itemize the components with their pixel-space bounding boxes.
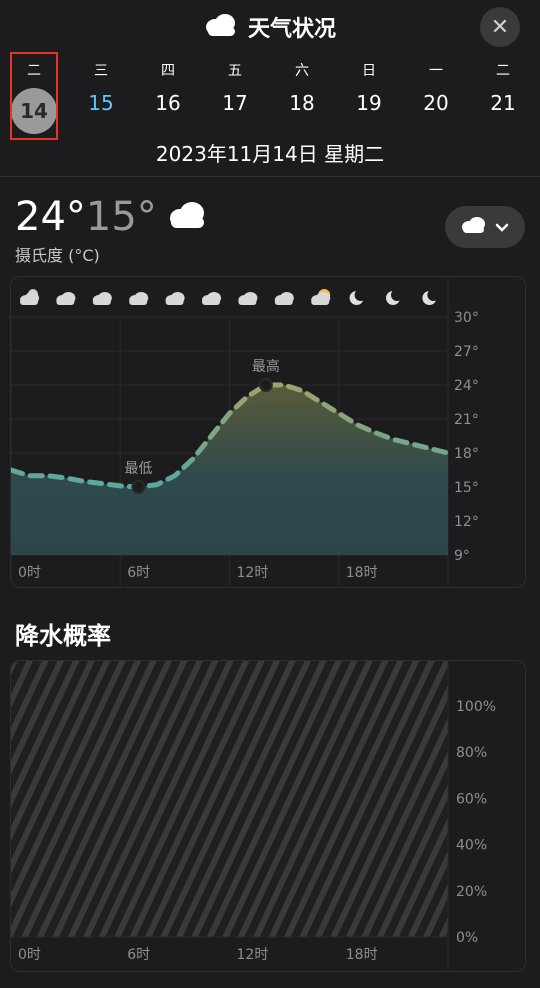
day-weekday: 五 (228, 63, 242, 79)
cloud-moon-icon (20, 289, 39, 305)
condition-dropdown-button[interactable] (445, 206, 525, 248)
x-tick-label: 0时 (18, 947, 41, 963)
day-item-15[interactable]: 三 15 (76, 60, 126, 118)
precipitation-title: 降水概率 (15, 622, 111, 650)
page-title: 天气状况 (247, 17, 336, 42)
low-label: 最低 (124, 461, 152, 477)
moon-icon (349, 289, 367, 305)
high-label: 最高 (252, 358, 280, 375)
unit-label: 摄氏度 (°C) (15, 246, 100, 265)
cloud-icon (92, 292, 112, 305)
cloud-sun-icon (311, 289, 331, 305)
y-tick-label: 80% (456, 745, 487, 761)
x-tick-label: 12时 (237, 565, 269, 581)
selection-highlight-box (10, 52, 58, 140)
y-tick-label: 21° (454, 412, 479, 428)
y-tick-label: 40% (456, 838, 487, 854)
cloud-icon (129, 292, 149, 305)
close-icon: ✕ (490, 14, 510, 40)
x-tick-label: 18时 (346, 565, 378, 581)
day-weekday: 四 (161, 63, 175, 79)
high-point-marker (258, 378, 273, 392)
cloud-icon (165, 292, 185, 305)
day-date: 18 (289, 91, 315, 115)
day-date: 16 (155, 91, 181, 115)
day-date: 15 (88, 91, 114, 115)
day-item-17[interactable]: 五 17 (210, 60, 260, 118)
cloud-icon (461, 216, 487, 238)
cloud-icon (238, 292, 258, 305)
temperature-chart: 最高最低 30° 27° 24° 21° 18° 15° 12° 9° 0时 6时 12时 18时 (11, 277, 479, 587)
y-tick-label: 12° (454, 514, 479, 530)
divider (0, 176, 540, 177)
cloud-icon (204, 13, 238, 41)
y-tick-label: 30° (454, 310, 479, 326)
x-tick-label: 12时 (237, 947, 269, 963)
day-weekday: 三 (94, 63, 108, 79)
header: 天气状况 ✕ 二 14 三 15 四 16 五 17 六 18 日 19 一 2… (0, 0, 540, 176)
y-tick-label: 0% (456, 930, 478, 946)
chevron-down-icon (495, 218, 509, 237)
day-date: 20 (423, 91, 449, 115)
day-date: 17 (222, 91, 248, 115)
y-tick-label: 18° (454, 446, 479, 462)
temperature-summary: 24° 15° (15, 192, 207, 242)
day-weekday: 二 (496, 63, 510, 79)
cloud-icon (202, 292, 221, 305)
day-weekday: 日 (362, 63, 376, 79)
x-tick-label: 0时 (18, 565, 41, 581)
day-item-20[interactable]: 一 20 (411, 60, 461, 118)
cloud-icon (167, 201, 207, 233)
precipitation-no-data-area (11, 661, 448, 937)
low-point-marker (131, 480, 146, 494)
y-tick-label: 24° (454, 378, 479, 394)
day-weekday: 六 (295, 63, 309, 79)
day-selector: 二 14 三 15 四 16 五 17 六 18 日 19 一 20 二 21 (0, 60, 540, 134)
moon-icon (386, 289, 403, 305)
day-item-18[interactable]: 六 18 (277, 60, 327, 118)
day-date: 21 (490, 91, 516, 115)
temperature-chart-card: 最高最低 30° 27° 24° 21° 18° 15° 12° 9° 0时 6时 12时 18时 (10, 276, 526, 588)
day-item-19[interactable]: 日 19 (344, 60, 394, 118)
low-temperature: 15° (85, 194, 157, 240)
day-weekday: 一 (429, 63, 443, 79)
close-button[interactable]: ✕ (480, 7, 520, 47)
precipitation-chart-card: 100% 80% 60% 40% 20% 0% 0时 6时 12时 18时 (10, 660, 526, 972)
precipitation-chart: 100% 80% 60% 40% 20% 0% 0时 6时 12时 18时 (11, 661, 496, 971)
y-tick-label: 60% (456, 791, 487, 807)
y-tick-label: 15° (454, 480, 479, 496)
day-date: 19 (356, 91, 382, 115)
y-tick-label: 27° (454, 344, 479, 360)
x-tick-label: 18时 (346, 947, 378, 963)
x-tick-label: 6时 (127, 565, 150, 581)
day-item-21[interactable]: 二 21 (478, 60, 528, 118)
high-temperature: 24° (15, 194, 86, 240)
moon-icon (422, 289, 440, 305)
x-tick-label: 6时 (127, 947, 150, 963)
y-tick-label: 20% (456, 884, 487, 900)
y-tick-label: 9° (454, 548, 470, 564)
selected-date-label: 2023年11月14日 星期二 (155, 142, 385, 166)
day-item-16[interactable]: 四 16 (143, 60, 193, 118)
cloud-icon (56, 292, 76, 305)
title-bar: 天气状况 (0, 10, 540, 44)
cloud-icon (274, 292, 294, 305)
y-tick-label: 100% (456, 699, 496, 715)
